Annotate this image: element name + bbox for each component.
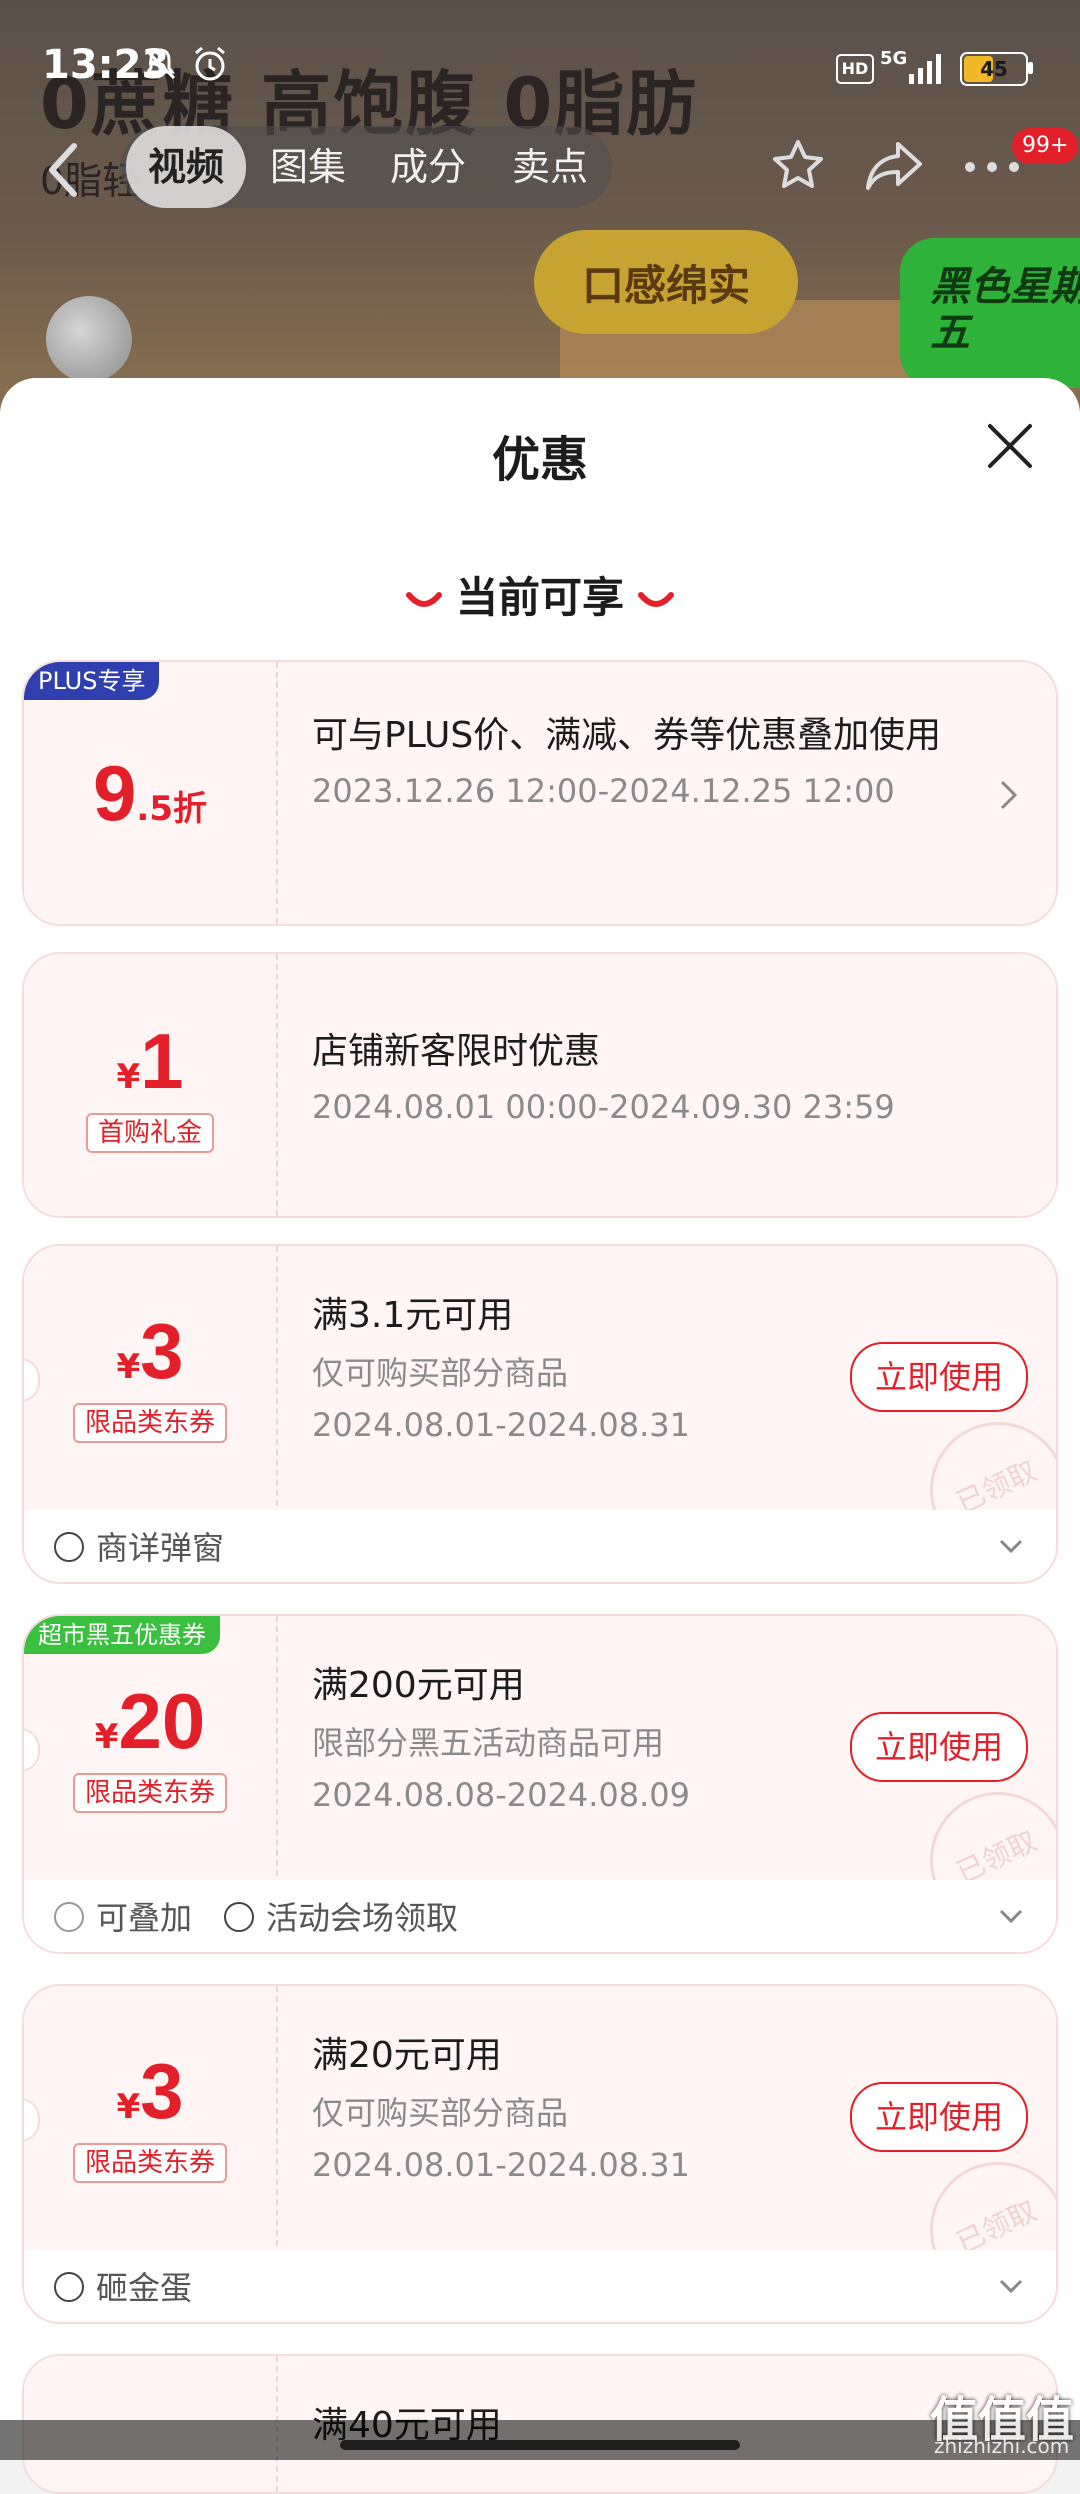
coupon-footer[interactable]: 砸金蛋	[24, 2250, 1056, 2322]
coupon-type-label: 限品类东券	[72, 1403, 227, 1443]
network-type: 5G	[880, 48, 908, 69]
coupon-divider	[276, 1986, 278, 2246]
use-now-button[interactable]: 立即使用	[850, 2082, 1028, 2152]
chevron-right-icon[interactable]	[998, 778, 1020, 812]
coupon-source-label: 活动会场领取	[266, 1899, 459, 1937]
coupon-card-3-yuan[interactable]: ¥3 限品类东券 满3.1元可用 仅可购买部分商品 2024.08.01-202…	[22, 1244, 1058, 1584]
coupon-date: 2023.12.26 12:00-2024.12.25 12:00	[312, 772, 895, 810]
coupon-divider	[276, 662, 278, 924]
coupon-value: 9.5折	[24, 748, 276, 839]
coupon-amount: ¥3	[116, 2047, 184, 2135]
share-icon[interactable]	[862, 136, 926, 196]
coupon-info: 店铺新客限时优惠 2024.08.01 00:00-2024.09.30 23:…	[312, 1026, 1016, 1130]
coupon-amount: 9.5折	[93, 749, 207, 837]
coupon-source: 砸金蛋	[54, 2250, 193, 2322]
coupon-title: 满200元可用	[312, 1665, 525, 1706]
battery-icon: 45	[960, 52, 1028, 86]
coupon-title: 满3.1元可用	[312, 1295, 514, 1336]
close-icon[interactable]	[986, 422, 1034, 470]
section-heading: 当前可享	[0, 564, 1080, 625]
stack-icon	[54, 1902, 84, 1932]
product-decoration	[46, 296, 132, 382]
watermark-site: zhizhizhi.com	[934, 2434, 1070, 2458]
coupon-source: 活动会场领取	[224, 1880, 459, 1952]
notification-badge: 99+	[1012, 128, 1079, 164]
sheet-title: 优惠	[491, 432, 588, 488]
signal-icon	[909, 54, 941, 84]
coupon-value: ¥3 限品类东券	[24, 1306, 276, 1443]
coupon-source: 商详弹窗	[54, 1510, 225, 1582]
ticket-icon	[54, 2272, 84, 2302]
coupon-info: 可与PLUS价、满减、券等优惠叠加使用 2023.12.26 12:00-202…	[312, 710, 946, 814]
coupon-type-label: 限品类东券	[72, 2143, 227, 2183]
coupon-divider	[276, 1616, 278, 1876]
home-indicator[interactable]	[340, 2440, 740, 2450]
coupon-title: 可与PLUS价、满减、券等优惠叠加使用	[312, 715, 942, 756]
more-icon[interactable]	[962, 160, 1022, 174]
coupon-title: 满20元可用	[312, 2035, 502, 2076]
coupon-type-label: 首购礼金	[85, 1113, 214, 1153]
coupon-amount: ¥3	[116, 1307, 184, 1395]
stackable-label: 可叠加	[96, 1899, 193, 1937]
coupon-divider	[276, 954, 278, 1216]
black-five-tag: 超市黑五优惠券	[24, 1616, 220, 1654]
coupon-card-new-customer[interactable]: ¥1 首购礼金 店铺新客限时优惠 2024.08.01 00:00-2024.0…	[22, 952, 1058, 1218]
coupon-divider	[276, 1246, 278, 1506]
coupon-card-20-yuan[interactable]: 超市黑五优惠券 ¥20 限品类东券 满200元可用 限部分黑五活动商品可用 20…	[22, 1614, 1058, 1954]
media-tabs: 视频 图集 成分 卖点	[120, 126, 612, 208]
smile-right-icon	[638, 591, 674, 607]
coupon-source-label: 砸金蛋	[96, 2269, 193, 2307]
tab-gallery[interactable]: 图集	[250, 126, 366, 208]
battery-percent: 45	[980, 57, 1008, 81]
battery-nub	[1028, 62, 1033, 74]
smile-left-icon	[405, 591, 442, 607]
coupon-title: 店铺新客限时优惠	[312, 1031, 601, 1072]
coupon-card-3-yuan-20[interactable]: ¥3 限品类东券 满20元可用 仅可购买部分商品 2024.08.01-2024…	[22, 1984, 1058, 2324]
tab-video[interactable]: 视频	[126, 126, 246, 208]
use-now-button[interactable]: 立即使用	[850, 1712, 1028, 1782]
status-bar: 13:23 HD 5G 45	[0, 40, 1080, 100]
hd-icon: HD	[836, 54, 874, 84]
coupon-date: 2024.08.01 00:00-2024.09.30 23:59	[312, 1088, 895, 1126]
coupon-value: ¥3 限品类东券	[24, 2046, 276, 2183]
chevron-down-icon[interactable]	[998, 2278, 1024, 2294]
tab-selling-points[interactable]: 卖点	[492, 126, 608, 208]
coupon-type-label: 限品类东券	[72, 1773, 227, 1813]
section-title: 当前可享	[455, 573, 624, 622]
coupon-amount: ¥1	[116, 1017, 184, 1105]
product-bubble: 口感绵实	[534, 230, 798, 334]
discount-sheet: 优惠 当前可享 PLUS专享 9.5折 可与PLUS价、满减、券等优惠叠加使用 …	[0, 378, 1080, 2494]
chevron-down-icon[interactable]	[998, 1908, 1024, 1924]
coupon-source-label: 商详弹窗	[96, 1529, 225, 1567]
stackable-info: 可叠加	[54, 1880, 193, 1952]
ticket-icon	[224, 1902, 254, 1932]
back-arrow-icon[interactable]	[44, 140, 84, 200]
mute-icon	[144, 48, 176, 80]
coupon-footer[interactable]: 可叠加 活动会场领取	[24, 1880, 1056, 1952]
coupon-amount: ¥20	[94, 1677, 206, 1765]
coupon-value: ¥20 限品类东券	[24, 1676, 276, 1813]
tab-ingredients[interactable]: 成分	[370, 126, 486, 208]
coupon-value: ¥1 首购礼金	[24, 1016, 276, 1153]
use-now-button[interactable]: 立即使用	[850, 1342, 1028, 1412]
chevron-down-icon[interactable]	[998, 1538, 1024, 1554]
black-friday-badge: 黑色星期五	[900, 238, 1080, 388]
plus-tag: PLUS专享	[24, 662, 160, 700]
coupon-card-plus[interactable]: PLUS专享 9.5折 可与PLUS价、满减、券等优惠叠加使用 2023.12.…	[22, 660, 1058, 926]
favorite-star-icon[interactable]	[768, 136, 828, 196]
coupon-footer[interactable]: 商详弹窗	[24, 1510, 1056, 1582]
alarm-icon	[195, 46, 225, 81]
ticket-icon	[54, 1532, 84, 1562]
